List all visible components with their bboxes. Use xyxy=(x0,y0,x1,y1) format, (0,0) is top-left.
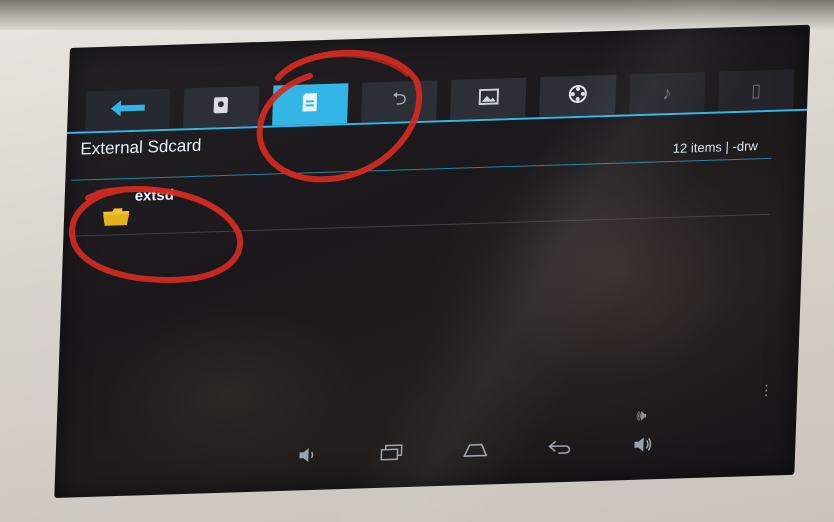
back-icon[interactable] xyxy=(539,433,580,462)
tab-documents[interactable]: ▯ xyxy=(717,69,795,112)
document-icon: ▯ xyxy=(750,79,762,101)
video-icon xyxy=(567,83,588,109)
folder-icon xyxy=(102,208,131,227)
recent-apps-icon[interactable] xyxy=(371,438,412,467)
back-arrow-icon xyxy=(110,99,145,121)
volume-down-icon[interactable] xyxy=(287,440,328,469)
home-icon[interactable] xyxy=(455,435,496,464)
tab-images[interactable] xyxy=(450,77,527,120)
usb-icon: ⮌ xyxy=(391,88,408,109)
current-location-title: External Sdcard xyxy=(80,135,202,159)
device-screen: ⮌ ♪ ▯ External Sdcard 12 items | -drw ex… xyxy=(54,24,811,498)
sdcard-icon xyxy=(301,92,320,118)
tab-videos[interactable] xyxy=(539,74,617,118)
back-tab[interactable] xyxy=(85,88,171,132)
image-icon xyxy=(478,87,499,110)
tab-usb[interactable]: ⮌ xyxy=(361,80,438,123)
item-count-summary: 12 items | -drw xyxy=(672,138,759,156)
device-top-edge xyxy=(0,0,834,30)
internal-storage-icon xyxy=(213,95,230,119)
tab-internal-storage[interactable] xyxy=(182,86,260,129)
file-name: extsd xyxy=(134,186,175,205)
music-icon: ♪ xyxy=(662,82,672,103)
volume-up-icon[interactable]: 🕪 xyxy=(636,407,647,425)
volume-up-icon-nav[interactable] xyxy=(623,430,664,459)
tab-sdcard[interactable] xyxy=(271,83,349,126)
overflow-menu-icon[interactable]: ⋮ xyxy=(759,381,774,398)
tab-music[interactable]: ♪ xyxy=(628,71,706,115)
